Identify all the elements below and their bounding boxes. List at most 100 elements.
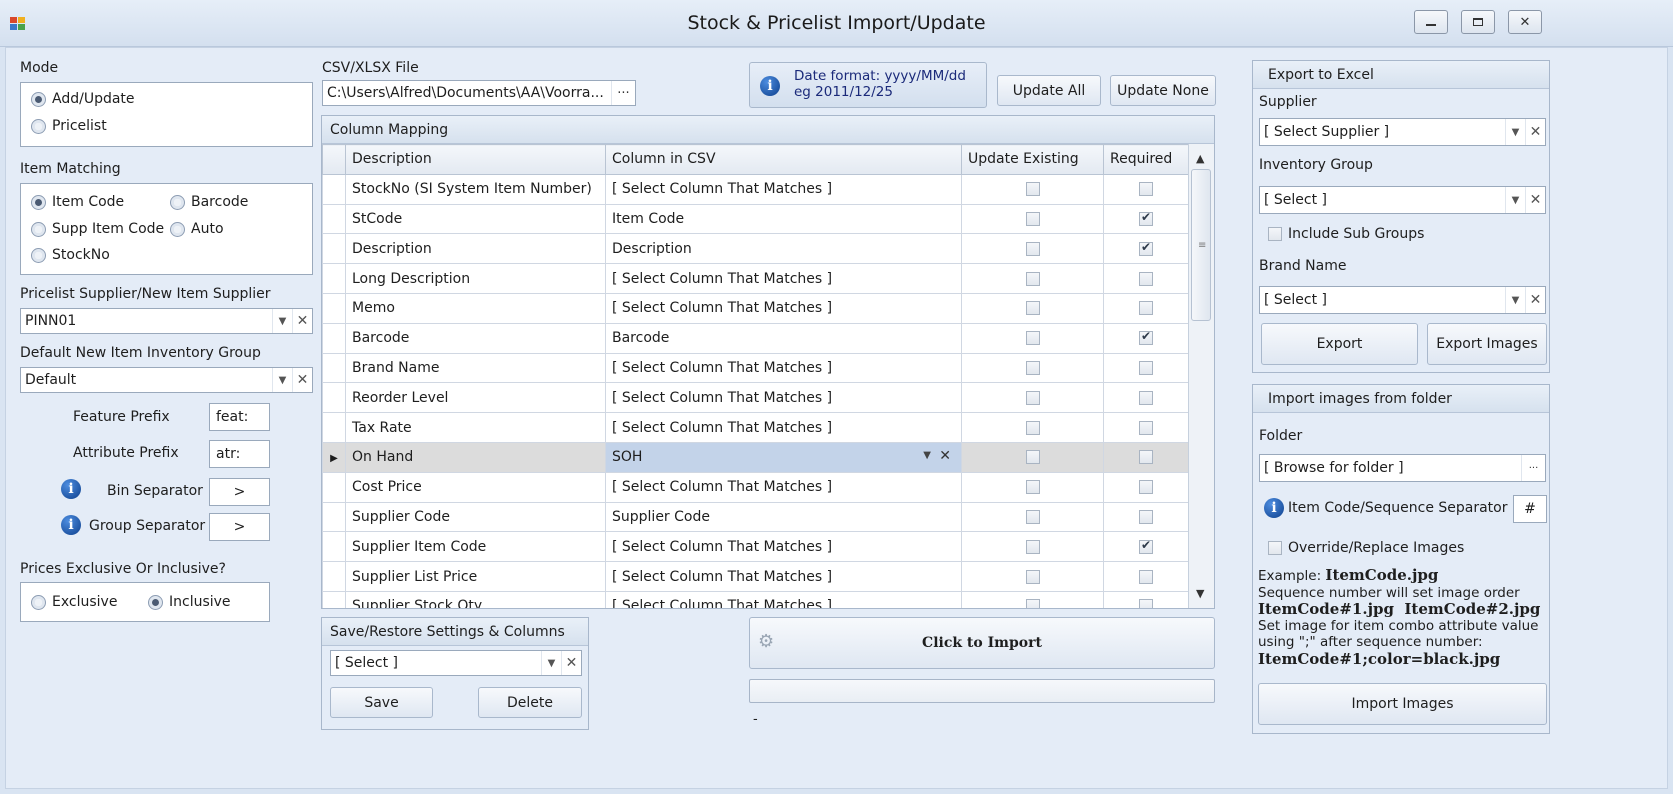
- checkbox-icon[interactable]: [1025, 182, 1040, 197]
- browse-button[interactable]: ···: [1521, 455, 1545, 481]
- info-icon[interactable]: i: [61, 515, 81, 535]
- table-row[interactable]: Supplier Code Supplier Code: [322, 501, 1188, 533]
- required-cell[interactable]: [1103, 352, 1188, 384]
- override-images-checkbox[interactable]: Override/Replace Images: [1268, 540, 1464, 556]
- update-existing-cell[interactable]: [961, 412, 1104, 443]
- update-existing-cell[interactable]: [961, 382, 1104, 414]
- row-indicator[interactable]: [322, 322, 346, 354]
- clear-icon[interactable]: ✕: [561, 651, 581, 675]
- required-cell[interactable]: [1103, 322, 1188, 354]
- csv-column-cell[interactable]: [ Select Column That Matches ]: [605, 590, 962, 608]
- dropdown-arrow-icon[interactable]: ▼: [1505, 287, 1525, 313]
- update-existing-cell[interactable]: [961, 561, 1104, 592]
- table-row[interactable]: Tax Rate[ Select Column That Matches ]: [322, 412, 1188, 443]
- include-sub-groups-checkbox[interactable]: Include Sub Groups: [1268, 226, 1424, 242]
- required-cell[interactable]: [1103, 412, 1188, 443]
- table-row[interactable]: Description Description: [322, 233, 1188, 265]
- dropdown-arrow-icon[interactable]: ▼: [272, 309, 292, 333]
- table-row[interactable]: Brand Name[ Select Column That Matches ]: [322, 352, 1188, 384]
- update-none-button[interactable]: Update None: [1110, 75, 1216, 106]
- import-button[interactable]: ⚙ Click to Import: [749, 617, 1215, 669]
- prices-exclusive-radio[interactable]: Exclusive: [31, 594, 117, 610]
- match-supp-item-code-radio[interactable]: Supp Item Code: [31, 221, 164, 237]
- csv-column-cell[interactable]: [ Select Column That Matches ]: [605, 263, 962, 294]
- row-indicator[interactable]: [322, 412, 346, 443]
- default-group-combo[interactable]: Default ▼ ✕: [20, 367, 313, 393]
- row-indicator[interactable]: [322, 501, 346, 533]
- folder-input[interactable]: [ Browse for folder ] ···: [1259, 454, 1546, 482]
- clear-icon[interactable]: ✕: [1525, 287, 1545, 313]
- row-indicator[interactable]: [322, 233, 346, 265]
- update-existing-cell[interactable]: [961, 531, 1104, 563]
- csv-column-cell[interactable]: Item Code: [605, 203, 962, 235]
- row-indicator[interactable]: [322, 263, 346, 294]
- checkbox-icon[interactable]: [1139, 240, 1153, 256]
- required-cell[interactable]: [1103, 173, 1188, 205]
- checkbox-icon[interactable]: [1025, 599, 1040, 608]
- export-group-combo[interactable]: [ Select ] ▼ ✕: [1259, 186, 1546, 214]
- csv-column-cell[interactable]: [ Select Column That Matches ]: [605, 352, 962, 384]
- row-indicator[interactable]: [322, 382, 346, 414]
- close-button[interactable]: ✕: [1508, 10, 1542, 34]
- checkbox-icon[interactable]: [1025, 271, 1040, 286]
- row-indicator[interactable]: [322, 471, 346, 503]
- update-existing-cell[interactable]: [961, 173, 1104, 205]
- csv-column-cell[interactable]: [ Select Column That Matches ]: [605, 292, 962, 324]
- checkbox-icon[interactable]: [1025, 569, 1040, 584]
- bin-separator-input[interactable]: >: [209, 478, 270, 506]
- match-barcode-radio[interactable]: Barcode: [170, 194, 248, 210]
- column-header-update[interactable]: Update Existing: [961, 144, 1104, 175]
- scroll-up-icon[interactable]: ▲: [1196, 152, 1204, 165]
- scroll-down-icon[interactable]: ▼: [1196, 587, 1204, 600]
- csv-column-cell[interactable]: [ Select Column That Matches ]: [605, 173, 962, 205]
- checkbox-icon[interactable]: [1025, 301, 1040, 316]
- update-existing-cell[interactable]: [961, 233, 1104, 265]
- csv-file-input[interactable]: C:\Users\Alfred\Documents\AA\Voorra... ·…: [322, 80, 636, 106]
- update-existing-cell[interactable]: [961, 471, 1104, 503]
- checkbox-icon[interactable]: [1025, 241, 1040, 256]
- export-supplier-combo[interactable]: [ Select Supplier ] ▼ ✕: [1259, 118, 1546, 146]
- csv-column-cell[interactable]: [ Select Column That Matches ]: [605, 471, 962, 503]
- checkbox-icon[interactable]: [1025, 509, 1040, 524]
- required-cell[interactable]: [1103, 561, 1188, 592]
- required-cell[interactable]: [1103, 471, 1188, 503]
- clear-icon[interactable]: ✕: [292, 368, 312, 392]
- dropdown-arrow-icon[interactable]: ▼: [923, 450, 931, 461]
- checkbox-icon[interactable]: [1025, 450, 1040, 465]
- import-images-button[interactable]: Import Images: [1258, 683, 1547, 725]
- checkbox-icon[interactable]: [1139, 450, 1153, 465]
- checkbox-icon[interactable]: [1025, 331, 1040, 346]
- dropdown-arrow-icon[interactable]: ▼: [1505, 187, 1525, 213]
- checkbox-icon[interactable]: [1139, 360, 1153, 375]
- column-header-description[interactable]: Description: [345, 144, 606, 175]
- required-cell[interactable]: [1103, 203, 1188, 235]
- table-row[interactable]: ▶ On Hand SOH ▼ ✕: [322, 441, 1188, 473]
- required-cell[interactable]: [1103, 292, 1188, 324]
- csv-column-cell[interactable]: [ Select Column That Matches ]: [605, 531, 962, 563]
- csv-column-cell[interactable]: Description: [605, 233, 962, 265]
- checkbox-icon[interactable]: [1139, 329, 1153, 346]
- table-row[interactable]: Supplier List Price[ Select Column That …: [322, 561, 1188, 592]
- row-indicator[interactable]: [322, 590, 346, 608]
- dropdown-arrow-icon[interactable]: ▼: [272, 368, 292, 392]
- checkbox-icon[interactable]: [1139, 538, 1153, 554]
- row-indicator[interactable]: ▶: [322, 441, 346, 473]
- grid-scrollbar[interactable]: ▲ ≡ ▼: [1188, 144, 1214, 608]
- checkbox-icon[interactable]: [1139, 569, 1153, 584]
- column-header-csv[interactable]: Column in CSV: [605, 144, 962, 175]
- table-row[interactable]: Long Description[ Select Column That Mat…: [322, 263, 1188, 294]
- clear-icon[interactable]: ✕: [1525, 119, 1545, 145]
- row-indicator[interactable]: [322, 561, 346, 592]
- checkbox-icon[interactable]: [1025, 420, 1040, 435]
- match-stockno-radio[interactable]: StockNo: [31, 247, 110, 263]
- table-row[interactable]: StockNo (SI System Item Number)[ Select …: [322, 173, 1188, 205]
- required-cell[interactable]: [1103, 263, 1188, 294]
- checkbox-icon[interactable]: [1025, 390, 1040, 405]
- csv-column-cell[interactable]: [ Select Column That Matches ]: [605, 412, 962, 443]
- pricelist-supplier-combo[interactable]: PINN01 ▼ ✕: [20, 308, 313, 334]
- checkbox-icon[interactable]: [1139, 271, 1153, 286]
- export-images-button[interactable]: Export Images: [1427, 323, 1547, 365]
- feature-prefix-input[interactable]: feat:: [209, 403, 270, 431]
- update-existing-cell[interactable]: [961, 352, 1104, 384]
- required-cell[interactable]: [1103, 590, 1188, 608]
